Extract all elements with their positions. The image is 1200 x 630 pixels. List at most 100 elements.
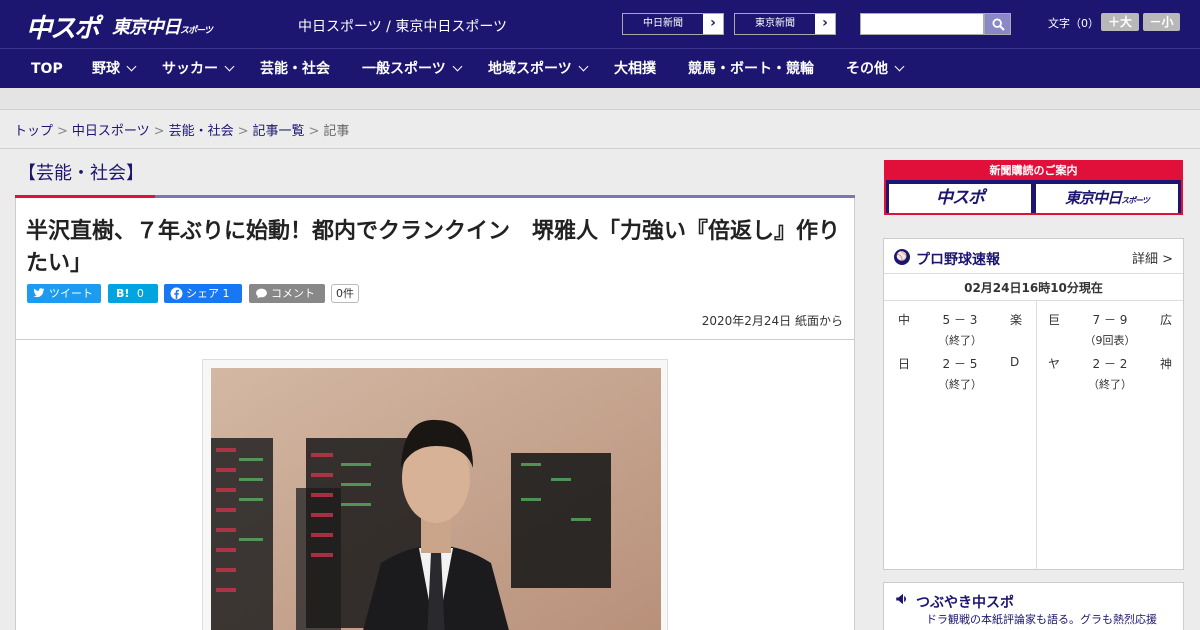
hatena-icon: B! — [116, 287, 130, 300]
article-photo-image — [211, 368, 661, 630]
divider — [884, 273, 1183, 274]
twitter-icon — [33, 288, 45, 298]
breadcrumb-separator: > — [308, 124, 320, 139]
divider — [884, 300, 1183, 301]
facebook-icon — [170, 287, 183, 300]
comment-bubble-icon — [256, 288, 267, 299]
article-date: 2020年2月24日 紙面から — [701, 314, 843, 328]
game-score[interactable]: 2 － 2 — [1080, 355, 1140, 372]
chuspo-logo[interactable]: 中スポ — [26, 8, 100, 45]
comment-label: コメント — [271, 287, 315, 300]
subscription-banner[interactable]: 新聞購読のご案内 中スポ 東京中日スポーツ — [884, 160, 1183, 215]
game-home-team: 日 — [898, 357, 911, 371]
chevron-right-icon: › — [822, 15, 828, 31]
game-status: （終了） — [1088, 378, 1132, 391]
comment-button[interactable]: コメント — [249, 284, 325, 303]
search-input[interactable] — [860, 13, 984, 35]
tweet-widget-subtitle: ドラ観戦の本紙評論家も語る。グラも熱烈応援 — [926, 613, 1157, 626]
tokyo-chunichi-logo[interactable]: 東京中日スポーツ — [112, 13, 213, 39]
column-divider — [1036, 301, 1037, 571]
chunichi-shimbun-link[interactable]: 中日新聞 › — [622, 13, 724, 35]
chevron-down-icon — [578, 61, 589, 72]
nav-item-local-sports[interactable]: 地域スポーツ — [488, 49, 589, 89]
tokyo-shimbun-link[interactable]: 東京新聞 › — [734, 13, 836, 35]
nav-item-soccer[interactable]: サッカー — [162, 49, 235, 89]
tokyo-shimbun-label: 東京新聞 — [735, 14, 815, 34]
subscribe-tokyo-chunichi-small: スポーツ — [1121, 196, 1150, 205]
chevron-down-icon — [894, 61, 905, 72]
nav-item-general-sports[interactable]: 一般スポーツ — [362, 49, 463, 89]
site-names: 中日スポーツ / 東京中日スポーツ — [298, 19, 508, 35]
breadcrumb-separator: > — [57, 124, 68, 139]
breadcrumb-top[interactable]: トップ — [14, 124, 53, 139]
tokyo-chunichi-logo-small: スポーツ — [180, 26, 213, 36]
game-away-team: 広 — [1160, 313, 1173, 327]
tweet-button[interactable]: ツイート — [27, 284, 101, 303]
font-size-label: 文字（0） — [1048, 17, 1099, 30]
article-photo[interactable] — [211, 368, 661, 630]
chunichi-shimbun-label: 中日新聞 — [623, 14, 703, 34]
tweet-chuspo-widget[interactable]: つぶやき中スポ ドラ観戦の本紙評論家も語る。グラも熱烈応援 — [883, 582, 1184, 630]
nav-item-entertainment[interactable]: 芸能・社会 — [260, 49, 330, 89]
search-icon — [992, 18, 1005, 31]
score-details-link[interactable]: 詳細 > — [1132, 248, 1173, 267]
game-home-team: 中 — [898, 313, 911, 327]
hatena-count: 0 — [136, 287, 144, 300]
font-increase-button[interactable]: ＋大 — [1101, 13, 1139, 31]
tokyo-chunichi-logo-text: 東京中日 — [112, 17, 181, 38]
nav-item-label: サッカー — [162, 61, 218, 77]
baseball-icon: ⚾ — [894, 249, 910, 265]
facebook-share-button[interactable]: シェア 1 — [164, 284, 242, 303]
nav-item-label: 芸能・社会 — [260, 61, 330, 77]
game-score[interactable]: 2 － 5 — [930, 355, 990, 372]
nav-item-other[interactable]: その他 — [846, 49, 905, 89]
score-timestamp: 02月24日16時10分現在 — [964, 281, 1103, 295]
nav-item-label: 野球 — [92, 61, 120, 77]
comment-count-badge: 0件 — [331, 284, 359, 303]
score-widget-title: プロ野球速報 — [916, 252, 1000, 268]
main-nav: TOP 野球 サッカー 芸能・社会 一般スポーツ 地域スポーツ 大相撲 競馬・ボ… — [0, 48, 1200, 88]
breadcrumb: トップ > 中日スポーツ > 芸能・社会 > 記事一覧 > 記事 — [14, 120, 349, 139]
game-away-team: 楽 — [1010, 313, 1023, 327]
subscribe-chuspo-button[interactable]: 中スポ — [889, 184, 1031, 213]
nav-item-baseball[interactable]: 野球 — [92, 49, 137, 89]
breadcrumb-current: 記事 — [323, 124, 350, 139]
facebook-label: シェア — [186, 287, 219, 300]
tweet-widget-title: つぶやき中スポ — [916, 595, 1014, 611]
baseball-score-widget: ⚾ プロ野球速報 詳細 > 02月24日16時10分現在 中 5 － 3 楽 （… — [883, 238, 1184, 571]
chevron-right-icon: › — [710, 15, 716, 31]
game-status: （終了） — [938, 378, 982, 391]
nav-item-top[interactable]: TOP — [31, 49, 63, 89]
nav-item-racing[interactable]: 競馬・ボート・競輪 — [688, 49, 814, 89]
game-away-team: D — [1010, 355, 1020, 369]
subscribe-tokyo-chunichi-label: 東京中日 — [1065, 189, 1122, 207]
breadcrumb-article-list[interactable]: 記事一覧 — [253, 124, 305, 139]
subscribe-tokyo-chunichi-button[interactable]: 東京中日スポーツ — [1036, 184, 1178, 213]
game-score[interactable]: 5 － 3 — [930, 311, 990, 328]
divider — [16, 339, 854, 340]
breadcrumb-separator: > — [237, 124, 249, 139]
game-status: （終了） — [938, 334, 982, 347]
divider — [0, 148, 1200, 149]
game-home-team: 巨 — [1048, 313, 1061, 327]
nav-item-label: 大相撲 — [614, 61, 656, 77]
hatena-bookmark-button[interactable]: B! 0 — [108, 284, 158, 303]
nav-item-label: TOP — [31, 61, 63, 77]
game-away-team: 神 — [1160, 357, 1173, 371]
nav-item-label: 競馬・ボート・競輪 — [688, 61, 814, 77]
tweet-label: ツイート — [49, 287, 93, 300]
font-decrease-button[interactable]: －小 — [1143, 13, 1180, 31]
chevron-down-icon — [452, 61, 463, 72]
category-heading: 【芸能・社会】 — [18, 163, 144, 184]
breadcrumb-entertainment[interactable]: 芸能・社会 — [169, 124, 234, 139]
nav-item-label: 一般スポーツ — [362, 61, 446, 77]
nav-item-label: その他 — [846, 61, 888, 77]
nav-item-sumo[interactable]: 大相撲 — [614, 49, 656, 89]
game-score[interactable]: 7 － 9 — [1080, 311, 1140, 328]
top-header: 中スポ 東京中日スポーツ 中日スポーツ / 東京中日スポーツ 中日新聞 › 東京… — [0, 0, 1200, 48]
ad-strip — [0, 88, 1200, 110]
chevron-down-icon — [126, 61, 137, 72]
search-button[interactable] — [984, 13, 1011, 35]
nav-item-label: 地域スポーツ — [488, 61, 572, 77]
breadcrumb-chunichi-sports[interactable]: 中日スポーツ — [72, 124, 150, 139]
